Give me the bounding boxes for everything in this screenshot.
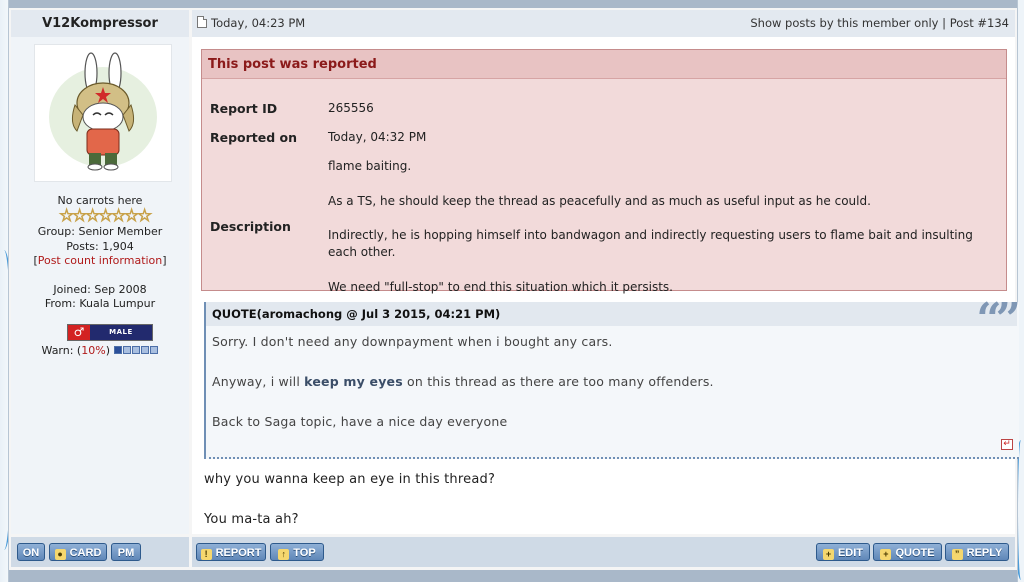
warn-meter-box bbox=[150, 346, 159, 354]
top-label: TOP bbox=[293, 547, 316, 559]
report-id-label: Report ID bbox=[210, 101, 278, 116]
rank-star-icon: ☆ bbox=[98, 206, 114, 226]
warn-meter-box bbox=[114, 346, 123, 354]
online-status-button[interactable]: ON bbox=[17, 543, 45, 561]
post-header-links: Show posts by this member only | Post #1… bbox=[750, 10, 1009, 37]
rank-star-icon: ☆ bbox=[111, 206, 127, 226]
avatar-rabbit-icon bbox=[49, 52, 157, 171]
reported-on-value: Today, 04:32 PM bbox=[328, 130, 427, 144]
show-posts-by-member-link[interactable]: Show posts by this member only bbox=[750, 16, 938, 30]
quote-bold-text: keep my eyes bbox=[304, 374, 403, 389]
warn-meter-box bbox=[123, 346, 132, 354]
warn-meter-box bbox=[141, 346, 150, 354]
rank-star-icon: ☆ bbox=[72, 206, 88, 226]
header-separator: | bbox=[942, 16, 947, 30]
user-post-count: Posts: 1,904 bbox=[66, 240, 134, 253]
quote-line: Sorry. I don't need any downpayment when… bbox=[212, 334, 613, 349]
warn-level: Warn: (10%) bbox=[11, 344, 189, 357]
plus-icon: + bbox=[822, 549, 834, 560]
description-label: Description bbox=[210, 219, 291, 234]
forum-post: V12Kompressor Today, 04:23 PM Show posts… bbox=[8, 0, 1021, 582]
post-content: This post was reported Report ID 265556 … bbox=[192, 37, 1021, 534]
document-icon bbox=[197, 16, 207, 28]
bottom-divider bbox=[9, 570, 1017, 582]
post-number-link[interactable]: Post #134 bbox=[950, 16, 1009, 30]
user-card-button[interactable]: ● CARD bbox=[49, 543, 107, 561]
warn-meter-box bbox=[132, 346, 141, 354]
quote-text: Anyway, i will bbox=[212, 374, 305, 389]
description-line: We need "full-stop" to end this situatio… bbox=[328, 280, 673, 294]
user-icon: ● bbox=[54, 549, 66, 560]
description-line: Indirectly, he is hopping himself into b… bbox=[328, 228, 973, 259]
edit-button[interactable]: + EDIT bbox=[816, 543, 870, 561]
quote-button[interactable]: + QUOTE bbox=[873, 543, 942, 561]
post-date-text: Today, 04:23 PM bbox=[211, 16, 306, 30]
gender-label: MALE bbox=[109, 328, 133, 336]
bracket-close: ] bbox=[162, 254, 167, 267]
report-label: REPORT bbox=[215, 547, 262, 559]
post-actions-bar: ! REPORT ↑ TOP + EDIT + QUOTE ” REPLY bbox=[192, 537, 1015, 567]
quote-text: on this thread as there are too many off… bbox=[402, 374, 714, 389]
user-joined: Joined: Sep 2008 bbox=[53, 283, 147, 296]
warning-icon: ! bbox=[200, 549, 212, 560]
report-title: This post was reported bbox=[202, 50, 1006, 79]
edit-label: EDIT bbox=[837, 547, 864, 559]
warn-label: Warn: ( bbox=[41, 344, 82, 357]
private-message-button[interactable]: PM bbox=[111, 543, 141, 561]
arrow-up-icon: ↑ bbox=[278, 549, 290, 560]
report-button[interactable]: ! REPORT bbox=[196, 543, 266, 561]
reply-text-line: why you wanna keep an eye in this thread… bbox=[204, 472, 496, 487]
post-author-name[interactable]: V12Kompressor bbox=[11, 10, 189, 37]
gender-badge: ♂ MALE bbox=[67, 324, 153, 341]
quote-label: QUOTE bbox=[895, 547, 935, 559]
quote-marks-icon: “” bbox=[976, 294, 1021, 345]
report-id-value: 265556 bbox=[328, 101, 374, 115]
quote-icon: ” bbox=[951, 549, 963, 560]
reported-on-label: Reported on bbox=[210, 130, 298, 145]
post-date: Today, 04:23 PM bbox=[197, 10, 305, 37]
avatar[interactable] bbox=[34, 44, 172, 182]
user-group: Group: Senior Member bbox=[37, 225, 163, 238]
reply-text-line: You ma-ta ah? bbox=[204, 512, 299, 527]
rank-stars: ☆☆☆☆☆☆☆ bbox=[59, 206, 153, 226]
report-box: This post was reported Report ID 265556 … bbox=[201, 49, 1007, 294]
warn-percent[interactable]: 10% bbox=[81, 344, 105, 357]
warn-meter bbox=[113, 344, 159, 357]
post-count-information-link[interactable]: Post count information bbox=[38, 254, 163, 267]
rank-star-icon: ☆ bbox=[85, 206, 101, 226]
quote-header: QUOTE(aromachong @ Jul 3 2015, 04:21 PM) bbox=[206, 302, 1017, 326]
quote-line: Anyway, i will keep my eyes on this thre… bbox=[212, 374, 714, 389]
description-line: As a TS, he should keep the thread as pe… bbox=[328, 194, 871, 208]
reply-label: REPLY bbox=[966, 547, 1003, 559]
rank-star-icon: ☆ bbox=[59, 206, 75, 226]
view-original-post-icon[interactable]: ↵ bbox=[1001, 439, 1013, 450]
card-label: CARD bbox=[69, 547, 102, 559]
user-info-panel: No carrots here ☆☆☆☆☆☆☆ Group: Senior Me… bbox=[11, 37, 189, 534]
user-location: From: Kuala Lumpur bbox=[44, 297, 156, 310]
male-symbol-icon: ♂ bbox=[68, 325, 90, 340]
user-actions-bar: ON ● CARD PM bbox=[11, 537, 189, 567]
description-line: flame baiting. bbox=[328, 159, 412, 173]
rank-star-icon: ☆ bbox=[137, 206, 153, 226]
top-divider bbox=[9, 0, 1017, 8]
quote-line: Back to Saga topic, have a nice day ever… bbox=[212, 414, 508, 429]
rank-star-icon: ☆ bbox=[124, 206, 140, 226]
top-button[interactable]: ↑ TOP bbox=[270, 543, 324, 561]
post-header: Today, 04:23 PM Show posts by this membe… bbox=[192, 10, 1015, 37]
reply-button[interactable]: ” REPLY bbox=[945, 543, 1009, 561]
post-count-info: [Post count information] bbox=[11, 254, 189, 267]
plus-icon: + bbox=[880, 549, 892, 560]
quote-block: QUOTE(aromachong @ Jul 3 2015, 04:21 PM)… bbox=[204, 298, 1021, 459]
warn-close: ) bbox=[105, 344, 110, 357]
